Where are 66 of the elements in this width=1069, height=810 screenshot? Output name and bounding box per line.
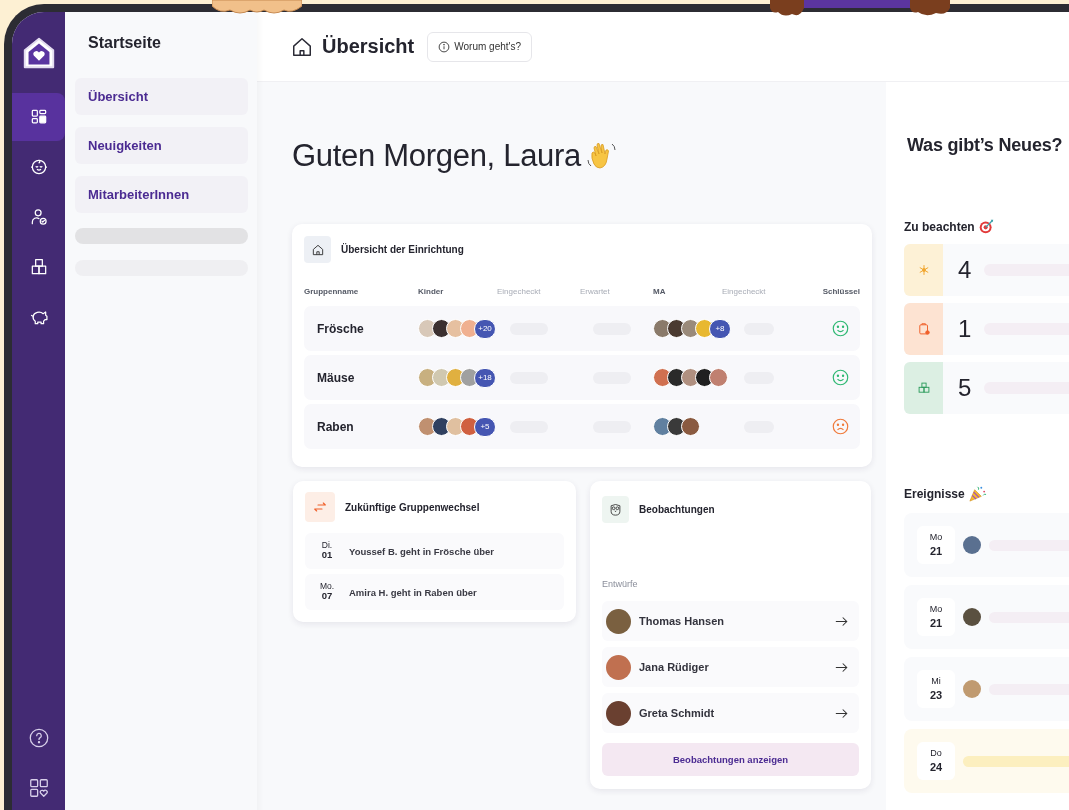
section-heading: Zu beachten: [904, 219, 975, 234]
column-header: Gruppenname: [304, 287, 360, 296]
notice-count: 5: [958, 374, 973, 402]
sidebar-item[interactable]: Übersicht: [75, 78, 248, 115]
show-observations-button[interactable]: Beobachtungen anzeigen: [602, 743, 859, 776]
info-icon: [438, 40, 451, 53]
nav-item[interactable]: [12, 93, 65, 141]
home-icon: [304, 236, 331, 263]
swap-arrows-icon: [305, 492, 335, 522]
section-label: Entwürfe: [602, 579, 639, 589]
card-title: Übersicht der Einrichtung: [341, 244, 464, 255]
date-label: Mo. 07: [318, 581, 336, 603]
change-text: Youssef B. geht in Frösche über: [349, 545, 494, 557]
column-header: Eingecheckt: [722, 287, 767, 296]
group-name: Mäuse: [316, 370, 356, 385]
change-text: Amira H. geht in Raben über: [349, 586, 477, 598]
event-row[interactable]: Mo 21: [904, 513, 1069, 577]
notice-row[interactable]: 1: [904, 303, 1069, 355]
group-row[interactable]: Raben +5: [304, 404, 860, 449]
date-label: Di. 01: [320, 540, 334, 562]
notice-row[interactable]: 4: [904, 244, 1069, 296]
person-name: Jana Rüdiger: [639, 661, 710, 673]
column-header: Kinder: [418, 287, 445, 296]
event-row[interactable]: Mi 23: [904, 657, 1069, 721]
date-label: Mo 21: [917, 526, 955, 564]
baby-icon: [28, 157, 49, 177]
event-row[interactable]: Do 24: [904, 729, 1069, 793]
card-title: Zukünftige Gruppenwechsel: [345, 501, 480, 513]
group-row[interactable]: Frösche +20 +8: [304, 306, 860, 351]
date-label: Do 24: [917, 742, 955, 780]
section-heading: Ereignisse: [904, 486, 965, 501]
panel-title: Was gibt’s Neues?: [907, 135, 1064, 156]
event-row[interactable]: Mo 21: [904, 585, 1069, 649]
notice-count: 1: [958, 315, 973, 343]
notice-count: 4: [958, 256, 973, 284]
more-count-badge: +20: [474, 318, 496, 339]
sidebar-item[interactable]: MitarbeiterInnen: [75, 176, 248, 213]
column-header: Erwartet: [580, 287, 611, 296]
more-count-badge: +8: [709, 318, 731, 339]
party-popper-icon: [967, 484, 987, 503]
column-header: Eingecheckt: [497, 287, 542, 296]
column-header: Schlüssel: [821, 287, 860, 296]
person-name: Greta Schmidt: [639, 707, 716, 719]
draft-row[interactable]: Jana Rüdiger: [602, 647, 859, 687]
group-row[interactable]: Mäuse +18: [304, 355, 860, 400]
waving-hand-icon: [585, 140, 617, 172]
target-icon: [977, 218, 995, 235]
draft-row[interactable]: Thomas Hansen: [602, 601, 859, 641]
draft-row[interactable]: Greta Schmidt: [602, 693, 859, 733]
notice-row[interactable]: 5: [904, 362, 1069, 414]
page-title: Übersicht: [322, 35, 415, 58]
owl-icon: [602, 496, 629, 523]
home-icon: [291, 35, 313, 58]
date-label: Mi 23: [917, 670, 955, 708]
greeting-heading: Guten Morgen, Laura: [292, 138, 581, 174]
column-header: MA: [653, 287, 667, 296]
date-label: Mo 21: [917, 598, 955, 636]
more-count-badge: +5: [474, 416, 496, 437]
sidebar-item[interactable]: Neuigkeiten: [75, 127, 248, 164]
more-count-badge: +18: [474, 367, 496, 388]
help-button[interactable]: Worum geht's?: [427, 31, 532, 62]
sidebar-title: Startseite: [87, 33, 162, 53]
person-name: Thomas Hansen: [639, 615, 725, 627]
card-title: Beobachtungen: [639, 504, 715, 515]
group-name: Frösche: [316, 321, 365, 336]
group-name: Raben: [316, 419, 355, 434]
